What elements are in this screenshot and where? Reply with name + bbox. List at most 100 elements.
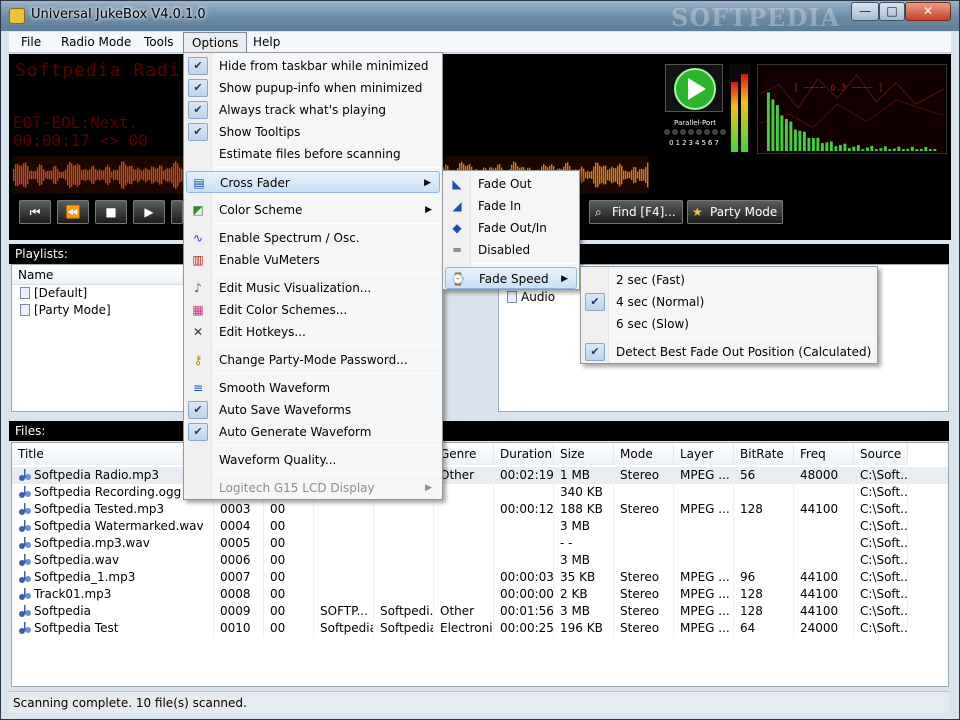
column-header[interactable]: Layer bbox=[674, 443, 734, 465]
party-mode-button[interactable]: ★ Party Mode bbox=[687, 200, 783, 224]
waveform-bar bbox=[587, 170, 589, 180]
table-cell: 0006 bbox=[214, 552, 264, 569]
cell-text: 3 MB bbox=[560, 553, 591, 567]
column-header[interactable]: BitRate bbox=[734, 443, 794, 465]
menu-item[interactable]: ∿ Enable Spectrum / Osc. bbox=[186, 227, 440, 249]
menu-tools[interactable]: Tools bbox=[136, 32, 182, 53]
table-cell bbox=[734, 552, 794, 569]
table-row[interactable]: Softpedia Tested.mp3 0003 00 00:00:12 188 KB… bbox=[12, 501, 948, 518]
column-header[interactable]: Source bbox=[854, 443, 908, 465]
waveform-bar bbox=[605, 165, 607, 185]
menu-item[interactable]: ✔ Show pupup-info when minimized bbox=[186, 77, 440, 99]
menu-item[interactable]: ◣ Fade Out bbox=[445, 173, 577, 195]
table-cell bbox=[734, 484, 794, 501]
column-header[interactable]: Freq bbox=[794, 443, 854, 465]
table-cell bbox=[434, 501, 494, 518]
menu-file[interactable]: File bbox=[13, 32, 49, 53]
waveform-bar bbox=[19, 165, 21, 185]
spectrum-bar bbox=[793, 129, 797, 152]
menu-item[interactable]: ≡ Smooth Waveform bbox=[186, 377, 440, 399]
column-header[interactable]: Size bbox=[554, 443, 614, 465]
menu-separator bbox=[611, 337, 875, 338]
spectrum-bar bbox=[892, 148, 896, 152]
menu-item[interactable]: ▥ Enable VuMeters bbox=[186, 249, 440, 271]
find-button[interactable]: ⌕ Find [F4]... bbox=[589, 200, 683, 224]
playlist-item[interactable]: [Party Mode] bbox=[12, 302, 190, 319]
spectrum-bar bbox=[843, 143, 847, 152]
menu-item-label: 4 sec (Normal) bbox=[616, 295, 705, 309]
menu-item[interactable]: ◆ Fade Out/In bbox=[445, 217, 577, 239]
cell-text: Stereo bbox=[620, 570, 660, 584]
spectrum-bar bbox=[901, 149, 905, 152]
playlist-column-name[interactable]: Name bbox=[12, 265, 190, 285]
menu-item[interactable]: ✔ Detect Best Fade Out Position (Calculat… bbox=[583, 341, 875, 363]
waveform-bar bbox=[643, 169, 645, 181]
big-play-button[interactable] bbox=[665, 64, 723, 112]
files-table: Title Genre Duration Size Mode Layer BitRate Fr… bbox=[11, 442, 949, 687]
waveform-bar bbox=[621, 165, 623, 185]
title-bar[interactable]: Universal JukeBox V4.0.1.0 SOFTPEDIA — □… bbox=[1, 1, 959, 32]
rewind-button[interactable]: ⏪ bbox=[57, 200, 89, 224]
menu-item[interactable]: ⌚ Fade Speed ▶ bbox=[445, 267, 577, 289]
menu-separator bbox=[214, 373, 440, 374]
cell-text: C:\Soft... bbox=[860, 468, 908, 482]
menu-item[interactable]: ✔ 4 sec (Normal) bbox=[583, 291, 875, 313]
menu-item[interactable]: 6 sec (Slow) bbox=[583, 313, 875, 335]
column-header[interactable]: Duration bbox=[494, 443, 554, 465]
menu-radio-mode[interactable]: Radio Mode bbox=[53, 32, 139, 53]
column-header[interactable]: Genre bbox=[434, 443, 494, 465]
minimize-button[interactable]: — bbox=[851, 2, 879, 21]
menu-item[interactable]: ✔ Always track what's playing bbox=[186, 99, 440, 121]
waveform-bar bbox=[143, 169, 145, 181]
table-row[interactable]: Softpedia Recording.ogg 340 KB C:\Soft... bbox=[12, 484, 948, 501]
menu-help[interactable]: Help bbox=[245, 32, 288, 53]
cell-text: SOFTP... bbox=[320, 604, 368, 618]
menu-item[interactable]: ✔ Auto Generate Waveform bbox=[186, 421, 440, 443]
menu-item[interactable]: ⚷ Change Party-Mode Password... bbox=[186, 349, 440, 371]
menu-item[interactable]: Waveform Quality... bbox=[186, 449, 440, 471]
menu-item[interactable]: ◩ Color Scheme ▶ bbox=[186, 199, 440, 221]
table-row[interactable]: Softpedia_1.mp3 0007 00 00:00:03 35 KB Stereo… bbox=[12, 569, 948, 586]
menu-item[interactable]: 2 sec (Fast) bbox=[583, 269, 875, 291]
waveform-bar bbox=[111, 171, 113, 179]
close-button[interactable]: ✕ bbox=[905, 2, 951, 21]
menu-item[interactable]: ◢ Fade In bbox=[445, 195, 577, 217]
menu-item[interactable]: ▤ Cross Fader ▶ bbox=[186, 171, 440, 193]
cell-text: C:\Soft... bbox=[860, 536, 908, 550]
table-cell: Other bbox=[434, 603, 494, 620]
play-button[interactable]: ▶ bbox=[133, 200, 165, 224]
stop-button[interactable]: ■ bbox=[95, 200, 127, 224]
column-header[interactable]: Mode bbox=[614, 443, 674, 465]
table-row[interactable]: Softpedia Test 0010 00 Softpedia Softpedia El… bbox=[12, 620, 948, 637]
menu-item[interactable]: ▦ Edit Color Schemes... bbox=[186, 299, 440, 321]
menu-item[interactable]: ✔ Auto Save Waveforms bbox=[186, 399, 440, 421]
cell-text: 3 MB bbox=[560, 519, 591, 533]
menu-item[interactable]: ✔ Hide from taskbar while minimized bbox=[186, 55, 440, 77]
menu-item-label: Show pupup-info when minimized bbox=[219, 81, 423, 95]
table-cell: Stereo bbox=[614, 501, 674, 518]
cell-text: 0006 bbox=[220, 553, 251, 567]
table-cell: 48000 bbox=[794, 467, 854, 484]
next-button[interactable] bbox=[171, 200, 183, 224]
menu-item[interactable]: Estimate files before scanning bbox=[186, 143, 440, 165]
menu-item[interactable]: ═ Disabled bbox=[445, 239, 577, 261]
table-row[interactable]: Softpedia Radio.mp3 Other 00:02:19 1 MB Ster… bbox=[12, 467, 948, 484]
table-row[interactable]: Softpedia.mp3.wav 0005 00 - - C:\Soft... bbox=[12, 535, 948, 552]
table-row[interactable]: Track01.mp3 0008 00 00:00:00 2 KB Stereo MPEG … bbox=[12, 586, 948, 603]
menu-item[interactable]: ✕ Edit Hotkeys... bbox=[186, 321, 440, 343]
cell-text: 00 bbox=[270, 502, 286, 516]
menu-options[interactable]: Options bbox=[183, 32, 248, 53]
submenu-arrow-icon: ▶ bbox=[425, 205, 432, 215]
menu-item[interactable]: ♪ Edit Music Visualization... bbox=[186, 277, 440, 299]
playlist-item[interactable]: [Default] bbox=[12, 285, 190, 302]
table-row[interactable]: Softpedia 0009 00 SOFTP... Softpedi... Other 0… bbox=[12, 603, 948, 620]
table-row[interactable]: Softpedia.wav 0006 00 3 MB C:\Soft... bbox=[12, 552, 948, 569]
menu-item[interactable]: ✔ Show Tooltips bbox=[186, 121, 440, 143]
first-track-button[interactable]: ⏮ bbox=[19, 200, 51, 224]
menu-separator bbox=[214, 473, 440, 474]
playlist-list: Name [Default] [Party Mode] bbox=[11, 264, 191, 412]
waveform-bar bbox=[25, 162, 27, 188]
maximize-button[interactable]: □ bbox=[879, 2, 905, 21]
table-row[interactable]: Softpedia Watermarked.wav 0004 00 3 MB C:\So… bbox=[12, 518, 948, 535]
cell-text: Softpedia Recording.ogg bbox=[34, 485, 182, 499]
